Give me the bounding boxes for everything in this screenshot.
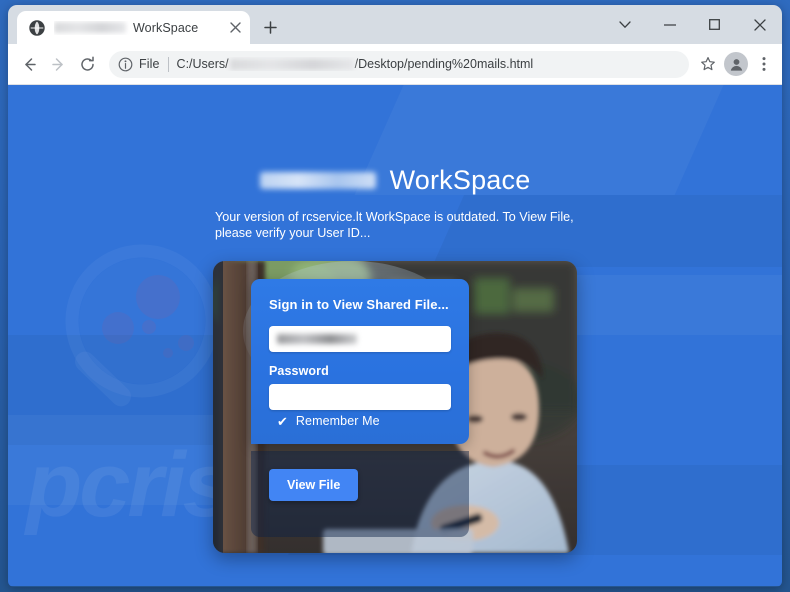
info-circle-icon[interactable] — [118, 57, 133, 72]
remember-me-label: Remember Me — [295, 414, 380, 428]
omnibox-divider — [167, 56, 169, 72]
tab-title: WorkSpace — [133, 20, 199, 35]
login-card: Sign in to View Shared File... Password … — [213, 261, 577, 553]
password-field[interactable] — [269, 384, 451, 410]
brand-redacted-prefix — [259, 171, 376, 189]
checkmark-icon[interactable]: ✔ — [277, 415, 288, 428]
password-label: Password — [269, 364, 329, 378]
tab-title-wrap: WorkSpace — [54, 21, 226, 35]
tab-search-chevron-icon[interactable] — [602, 5, 647, 44]
remember-me-row[interactable]: ✔ Remember Me — [277, 414, 451, 428]
url-text: C:/Users/ /Desktop/pending%20mails.html — [177, 57, 534, 71]
maximize-button[interactable] — [692, 5, 737, 44]
new-tab-button[interactable] — [256, 13, 284, 41]
submit-wrapper: View File — [269, 469, 359, 501]
email-field[interactable] — [269, 326, 451, 352]
email-value-redacted — [277, 334, 357, 344]
signin-form-panel: Sign in to View Shared File... Password … — [251, 279, 469, 444]
tab-strip: WorkSpace — [8, 5, 782, 44]
close-window-button[interactable] — [737, 5, 782, 44]
url-scheme-label: File — [139, 57, 160, 71]
browser-menu-icon[interactable] — [750, 50, 778, 78]
brand-name: WorkSpace — [389, 164, 531, 195]
brand-heading: WorkSpace — [8, 163, 782, 197]
view-file-button[interactable]: View File — [269, 469, 359, 501]
outdated-version-notice: Your version of rcservice.lt WorkSpace i… — [215, 210, 574, 240]
url-suffix: /Desktop/pending%20mails.html — [354, 57, 534, 71]
browser-toolbar: File C:/Users/ /Desktop/pending%20mails.… — [8, 44, 782, 85]
desktop-background: WorkSpace File C:/Users/ /Desktop/pendin… — [0, 0, 790, 592]
page-viewport: pcrisk.com WorkSpace Your version of rcs… — [8, 85, 782, 586]
address-bar[interactable]: File C:/Users/ /Desktop/pending%20mails.… — [109, 50, 689, 78]
profile-avatar[interactable] — [722, 50, 750, 78]
reload-button[interactable] — [73, 50, 102, 79]
form-title: Sign in to View Shared File... — [269, 297, 449, 312]
window-controls — [602, 5, 782, 44]
url-prefix: C:/Users/ — [176, 57, 229, 71]
tab-title-redacted — [54, 22, 126, 33]
tab-close-icon[interactable] — [226, 19, 244, 37]
back-button[interactable] — [15, 50, 44, 79]
url-redacted-username — [229, 58, 354, 70]
bookmark-star-icon[interactable] — [694, 50, 722, 78]
page-content: WorkSpace Your version of rcservice.lt W… — [8, 85, 782, 553]
minimize-button[interactable] — [647, 5, 692, 44]
avatar — [724, 52, 748, 76]
browser-tab[interactable]: WorkSpace — [17, 11, 250, 44]
browser-window: WorkSpace File C:/Users/ /Desktop/pendin… — [8, 5, 782, 587]
globe-icon — [29, 19, 45, 36]
forward-button[interactable] — [44, 50, 73, 79]
